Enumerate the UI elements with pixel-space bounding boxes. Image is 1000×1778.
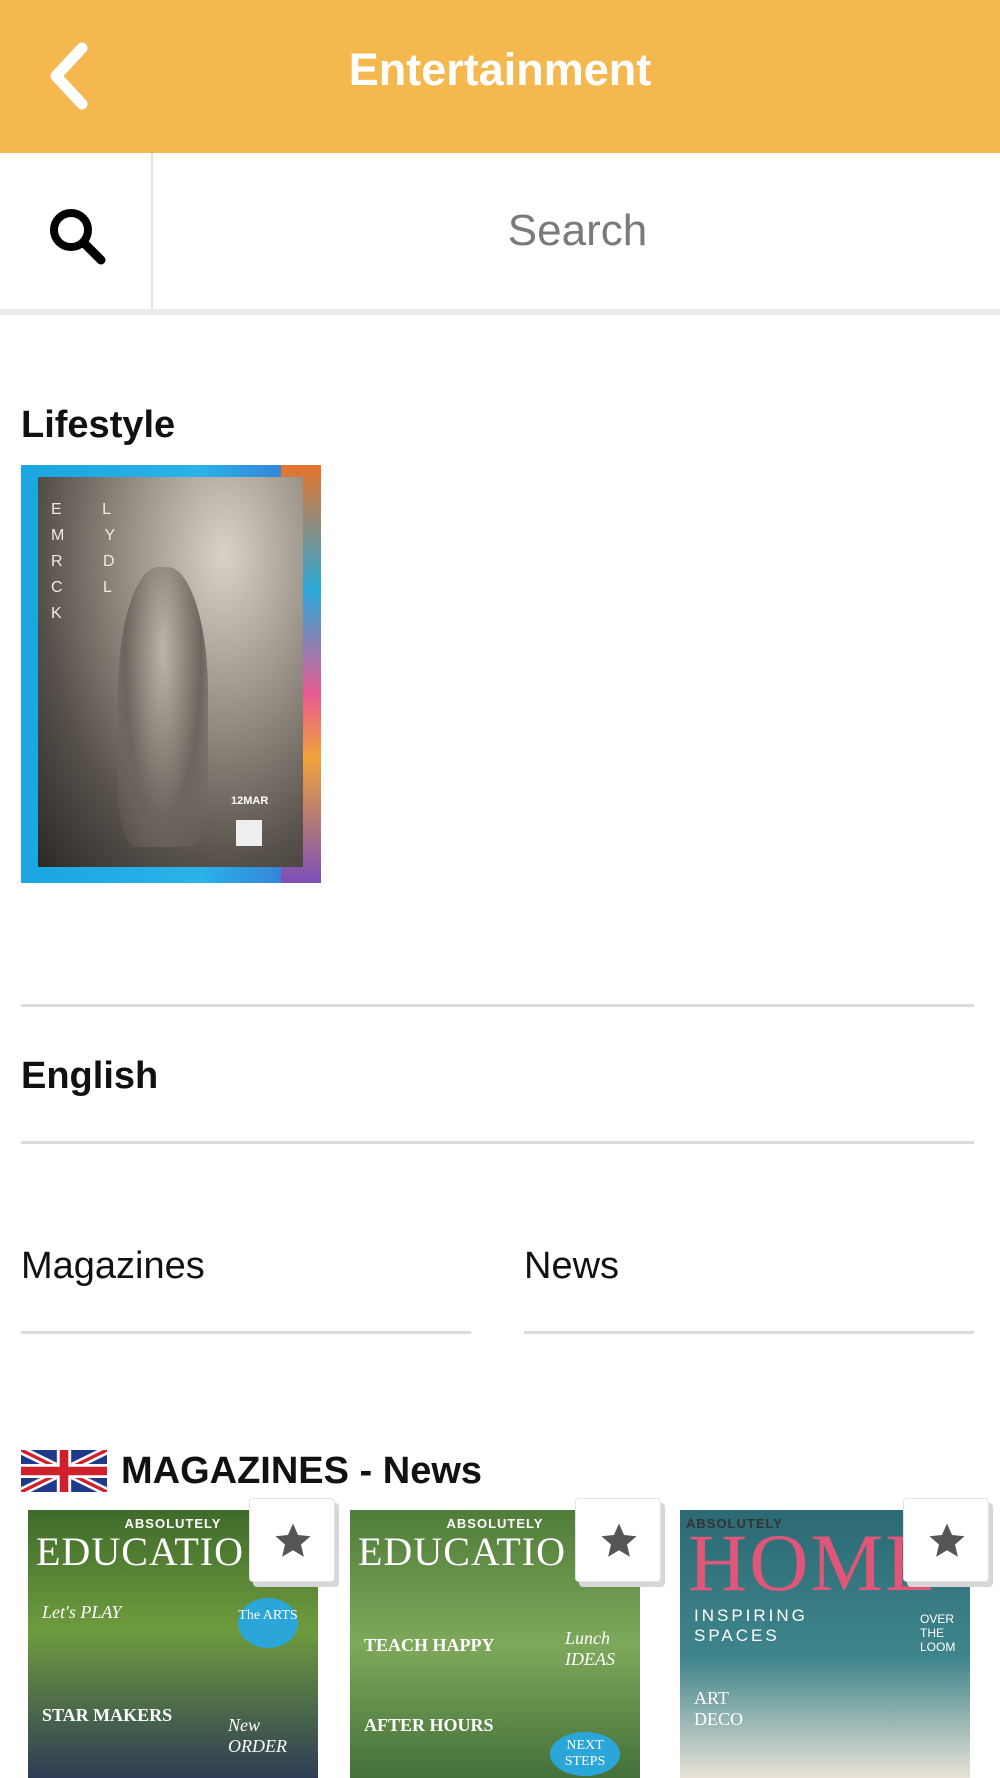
cover-line: New ORDER [228,1715,287,1756]
cover-masthead: EDUCATIO [358,1529,566,1574]
cover-line: NEXT STEPS [550,1732,620,1776]
category-magazines[interactable]: Magazines [21,1245,205,1288]
category-news[interactable]: News [524,1245,619,1288]
section-header-magazines-news: MAGAZINES - News [21,1448,482,1494]
cover-line: TEACH HAPPY [364,1635,495,1655]
cover-line: AFTER HOURS [364,1715,494,1735]
divider [524,1331,974,1334]
cover-line: OVER THE LOOM [920,1612,956,1654]
cover-line: Let's PLAY [42,1602,122,1622]
section-title-magazines-news: MAGAZINES - News [121,1449,483,1492]
favorite-button[interactable] [903,1498,989,1582]
lifestyle-cover[interactable]: E L M Y R D C L K 12MAR [21,465,321,883]
language-english[interactable]: English [21,1055,158,1098]
divider [21,1141,974,1144]
search-input[interactable] [155,153,1000,309]
star-icon [929,1523,965,1557]
cover-date: 12MAR [231,795,269,807]
cover-masthead: EDUCATIO [36,1529,244,1574]
star-icon [275,1523,311,1557]
app-header: Entertainment [0,0,1000,153]
search-bar [0,153,1000,315]
cover-line: Lunch IDEAS [565,1628,615,1669]
cover-masthead: HOME [688,1517,938,1608]
search-icon [50,209,106,265]
divider [21,1004,974,1007]
cover-line: ART DECO [694,1688,743,1729]
cover-line: The ARTS [238,1598,298,1648]
cover-badge [236,820,262,846]
uk-flag-icon [21,1450,107,1492]
favorite-button[interactable] [575,1498,661,1582]
cover-line: INSPIRING SPACES [694,1606,808,1645]
star-icon [601,1523,637,1557]
page-title: Entertainment [348,44,652,95]
section-title-lifestyle: Lifestyle [21,404,176,446]
divider [21,1331,471,1334]
search-button[interactable] [0,153,153,309]
cover-line: STAR MAKERS [42,1705,173,1725]
favorite-button[interactable] [249,1498,335,1582]
cover-letters: E L M Y R D C L K [51,501,133,622]
